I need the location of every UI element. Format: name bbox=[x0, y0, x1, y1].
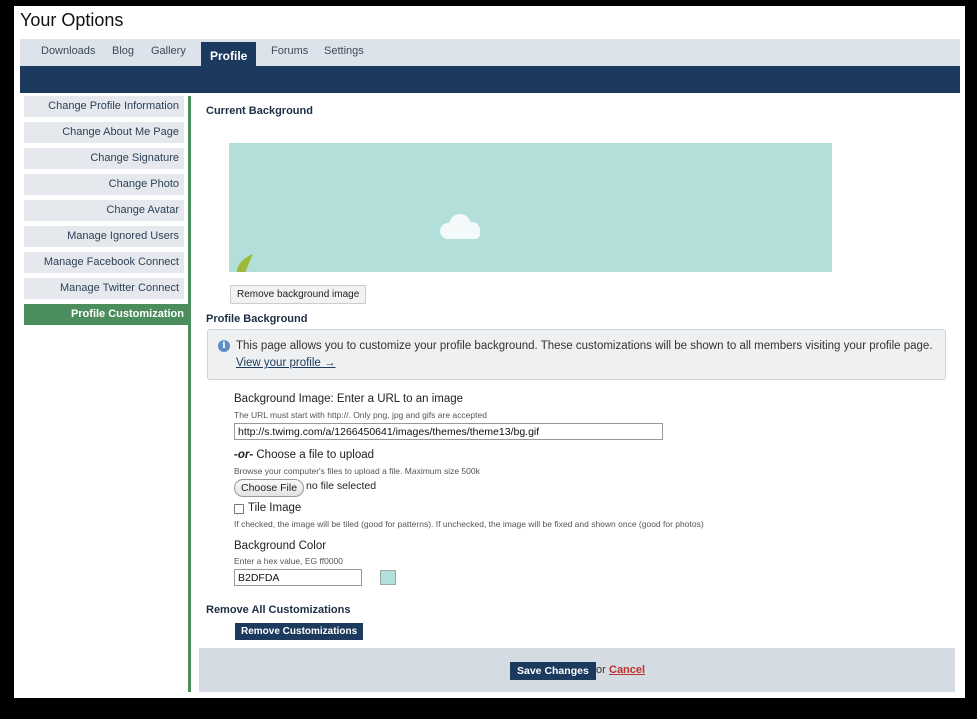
info-icon: i bbox=[218, 340, 230, 352]
info-text: This page allows you to customize your p… bbox=[236, 340, 933, 352]
cancel-link[interactable]: Cancel bbox=[609, 664, 645, 676]
background-preview bbox=[229, 143, 832, 272]
current-background-heading: Current Background bbox=[206, 105, 313, 117]
sidebar-item-manage-ignored-users[interactable]: Manage Ignored Users bbox=[24, 226, 184, 247]
sidebar-item-change-profile-information[interactable]: Change Profile Information bbox=[24, 96, 184, 117]
background-image-label: Background Image: Enter a URL to an imag… bbox=[234, 393, 464, 405]
file-status: no file selected bbox=[306, 480, 377, 492]
sidebar-item-change-signature[interactable]: Change Signature bbox=[24, 148, 184, 169]
tab-settings[interactable]: Settings bbox=[324, 45, 364, 57]
background-image-url-input[interactable] bbox=[234, 423, 663, 440]
upload-hint: Browse your computer's files to upload a… bbox=[234, 466, 480, 476]
leaf-icon bbox=[236, 254, 253, 272]
tab-gallery[interactable]: Gallery bbox=[151, 45, 186, 57]
info-box: i This page allows you to customize your… bbox=[207, 329, 946, 380]
tile-image-hint: If checked, the image will be tiled (goo… bbox=[234, 519, 704, 529]
sidebar-item-profile-customization[interactable]: Profile Customization bbox=[24, 304, 189, 325]
sidebar-item-change-about-me-page[interactable]: Change About Me Page bbox=[24, 122, 184, 143]
tab-bar: Downloads Blog Gallery Profile Forums Se… bbox=[20, 39, 960, 69]
background-image-hint: The URL must start with http://. Only pn… bbox=[234, 410, 487, 420]
sidebar-divider bbox=[188, 96, 191, 692]
background-color-label: Background Color bbox=[234, 540, 327, 552]
background-color-input[interactable] bbox=[234, 569, 362, 586]
remove-all-heading: Remove All Customizations bbox=[206, 604, 351, 616]
tile-image-checkbox[interactable] bbox=[234, 504, 244, 514]
or-text: or bbox=[596, 664, 606, 676]
sidebar-item-change-photo[interactable]: Change Photo bbox=[24, 174, 184, 195]
tab-downloads[interactable]: Downloads bbox=[41, 45, 95, 57]
view-profile-link[interactable]: View your profile → bbox=[236, 357, 336, 369]
sidebar-item-change-avatar[interactable]: Change Avatar bbox=[24, 200, 184, 221]
save-changes-button[interactable]: Save Changes bbox=[510, 662, 596, 680]
upload-label-text: Choose a file to upload bbox=[253, 449, 375, 461]
remove-background-image-button[interactable]: Remove background image bbox=[230, 285, 367, 304]
options-window: Your Options Downloads Blog Gallery Prof… bbox=[14, 6, 965, 698]
tile-image-label: Tile Image bbox=[248, 502, 302, 514]
choose-file-button[interactable]: Choose File bbox=[234, 479, 305, 497]
tab-blog[interactable]: Blog bbox=[112, 45, 134, 57]
sidebar: Change Profile Information Change About … bbox=[24, 96, 189, 330]
remove-customizations-button[interactable]: Remove Customizations bbox=[235, 623, 364, 640]
tab-forums[interactable]: Forums bbox=[271, 45, 308, 57]
or-prefix: -or- bbox=[234, 449, 254, 461]
sidebar-item-manage-twitter-connect[interactable]: Manage Twitter Connect bbox=[24, 278, 184, 299]
page-title: Your Options bbox=[20, 10, 124, 30]
form-footer: Save Changes or Cancel bbox=[199, 648, 955, 692]
upload-label: -or- Choose a file to upload bbox=[234, 449, 374, 461]
background-color-hint: Enter a hex value, EG ff0000 bbox=[234, 556, 343, 566]
color-swatch[interactable] bbox=[380, 570, 396, 585]
sidebar-item-manage-facebook-connect[interactable]: Manage Facebook Connect bbox=[24, 252, 184, 273]
profile-background-heading: Profile Background bbox=[206, 313, 308, 325]
profile-subnav-bar bbox=[20, 66, 960, 93]
cloud-icon bbox=[440, 214, 480, 239]
tab-profile[interactable]: Profile bbox=[201, 42, 257, 69]
